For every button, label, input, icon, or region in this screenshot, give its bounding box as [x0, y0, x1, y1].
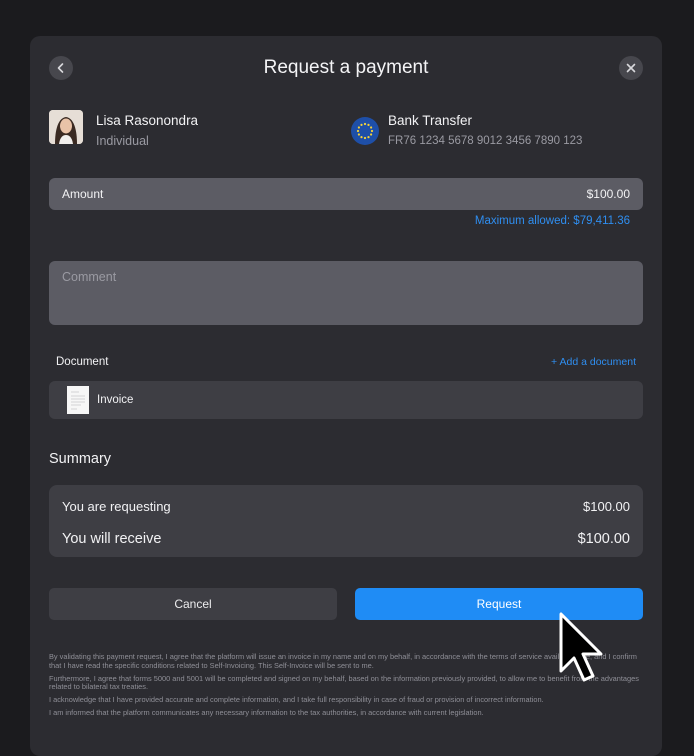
- requesting-value: $100.00: [583, 498, 630, 514]
- iban-text: FR76 1234 5678 9012 3456 7890 123: [388, 135, 583, 147]
- recipient-info: Lisa Rasonondra Individual: [49, 110, 198, 149]
- comment-field[interactable]: Comment: [49, 261, 643, 325]
- document-label: Document: [56, 356, 109, 368]
- summary-row-requesting: You are requesting $100.00: [62, 485, 630, 525]
- summary-title: Summary: [49, 451, 112, 467]
- receive-value: $100.00: [577, 531, 630, 547]
- legal-paragraph: By validating this payment request, I ag…: [49, 652, 637, 670]
- cancel-button[interactable]: Cancel: [49, 588, 337, 620]
- add-document-link[interactable]: + Add a document: [551, 356, 636, 368]
- legal-paragraph: Furthermore, I agree that forms 5000 and…: [49, 673, 639, 692]
- recipient-type: Individual: [96, 134, 149, 148]
- legal-paragraph: I am informed that the platform communic…: [49, 708, 484, 718]
- amount-value: $100.00: [586, 187, 630, 201]
- eu-flag-icon: [351, 117, 379, 145]
- max-allowed-text: Maximum allowed: $79,411.36: [474, 215, 630, 227]
- summary-card: You are requesting $100.00 You will rece…: [49, 485, 643, 557]
- document-item[interactable]: Invoice: [49, 381, 643, 419]
- mouse-cursor-icon: [559, 612, 603, 682]
- legal-paragraph: I acknowledge that I have provided accur…: [49, 695, 544, 705]
- avatar: [49, 110, 83, 144]
- amount-field[interactable]: Amount $100.00: [49, 178, 643, 210]
- legal-disclaimer: By validating this payment request, I ag…: [49, 652, 645, 723]
- requesting-label: You are requesting: [62, 498, 171, 514]
- close-button[interactable]: [619, 56, 643, 80]
- payment-method-name: Bank Transfer: [388, 113, 473, 128]
- receive-label: You will receive: [62, 531, 162, 547]
- close-icon: [626, 63, 636, 73]
- document-name: Invoice: [97, 394, 134, 406]
- recipient-name: Lisa Rasonondra: [96, 113, 199, 128]
- comment-placeholder: Comment: [62, 270, 117, 284]
- amount-label: Amount: [62, 187, 104, 201]
- summary-row-receive: You will receive $100.00: [62, 525, 630, 553]
- payment-method-info: Bank Transfer FR76 1234 5678 9012 3456 7…: [350, 110, 582, 149]
- dialog-title: Request a payment: [263, 57, 429, 78]
- document-thumbnail-icon: [67, 386, 89, 414]
